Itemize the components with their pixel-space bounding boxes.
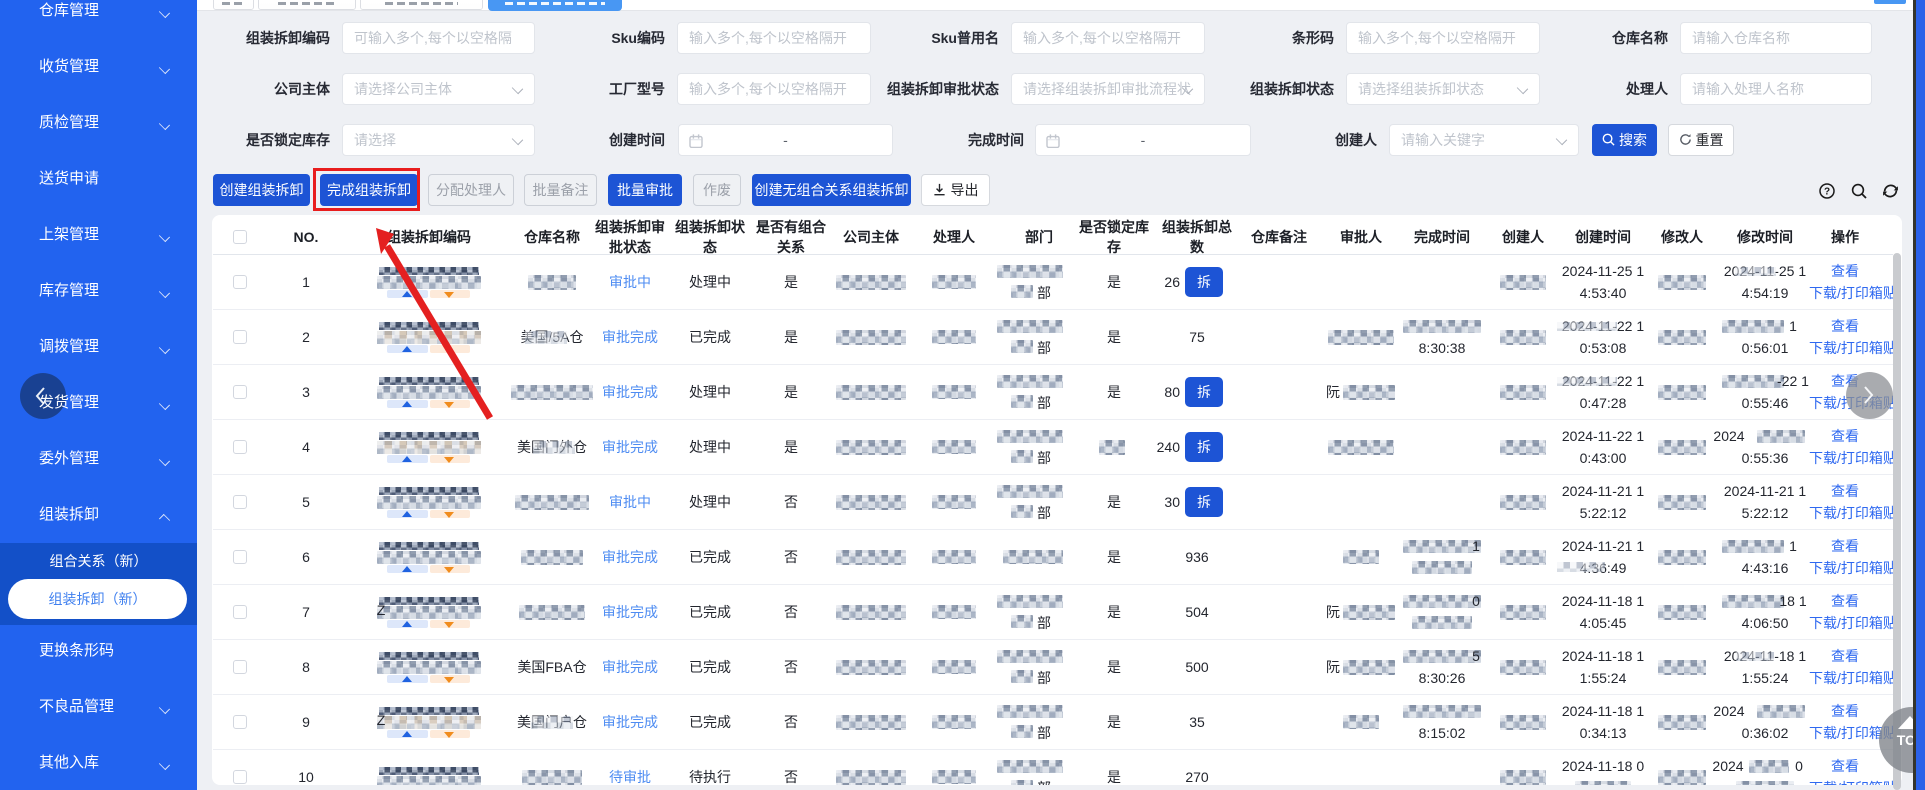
svg-text:?: ?	[1824, 186, 1830, 197]
